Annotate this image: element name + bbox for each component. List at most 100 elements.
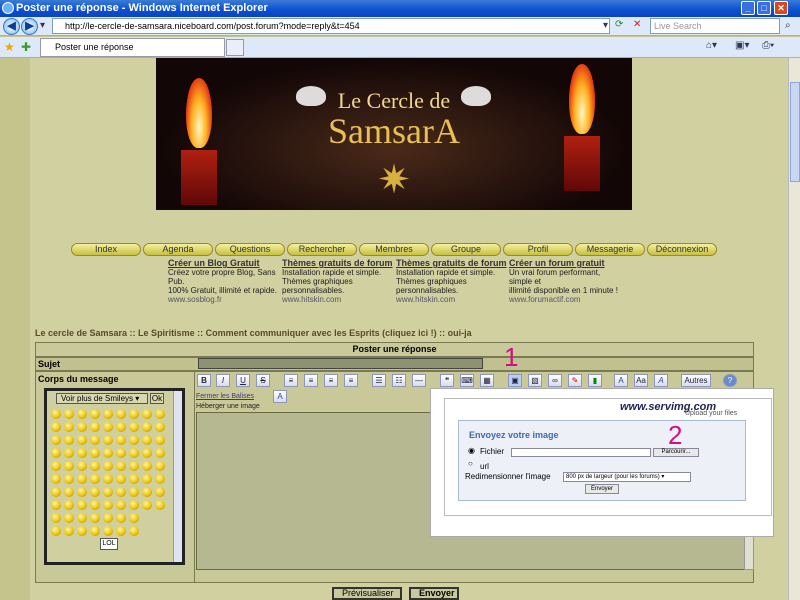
- smiley-icon[interactable]: [142, 422, 152, 432]
- smiley-icon[interactable]: [103, 500, 113, 510]
- radio-url[interactable]: ○: [468, 459, 473, 468]
- nav-index[interactable]: Index: [71, 243, 141, 256]
- smiley-select[interactable]: Voir plus de Smileys ▾: [56, 393, 148, 404]
- smiley-icon[interactable]: [142, 461, 152, 471]
- ad-block[interactable]: Créer un Blog Gratuit Créez votre propre…: [168, 258, 280, 304]
- smiley-icon[interactable]: [77, 487, 87, 497]
- ad-title[interactable]: Thèmes gratuits de forum: [282, 258, 394, 268]
- smiley-icon[interactable]: [129, 526, 139, 536]
- autres-button[interactable]: Autres: [681, 374, 711, 387]
- smiley-icon[interactable]: [155, 461, 165, 471]
- ad-url[interactable]: www.hitskin.com: [396, 295, 508, 304]
- smiley-icon[interactable]: [77, 500, 87, 510]
- host-image-icon[interactable]: ▣: [508, 374, 522, 387]
- nav-rechercher[interactable]: Rechercher: [287, 243, 357, 256]
- page-scrollbar[interactable]: [788, 58, 800, 600]
- smiley-icon[interactable]: [90, 435, 100, 445]
- smiley-icon[interactable]: [116, 461, 126, 471]
- help-icon[interactable]: ?: [723, 374, 737, 387]
- smiley-icon[interactable]: [142, 500, 152, 510]
- smiley-icon[interactable]: [77, 422, 87, 432]
- clear-format-icon[interactable]: A: [273, 390, 287, 403]
- ad-title[interactable]: Créer un Blog Gratuit: [168, 258, 280, 268]
- nav-groupe[interactable]: Groupe: [431, 243, 501, 256]
- font-icon[interactable]: A: [614, 374, 628, 387]
- smiley-icon[interactable]: [51, 435, 61, 445]
- smiley-icon[interactable]: [103, 422, 113, 432]
- smiley-icon[interactable]: [77, 409, 87, 419]
- align-center-icon[interactable]: ≡: [304, 374, 318, 387]
- ad-block[interactable]: Créer un forum gratuit Un vrai forum per…: [509, 258, 634, 304]
- smiley-icon[interactable]: [90, 448, 100, 458]
- smiley-icon[interactable]: [116, 500, 126, 510]
- smiley-icon[interactable]: [77, 448, 87, 458]
- ad-block[interactable]: Thèmes gratuits de forum Installation ra…: [282, 258, 394, 304]
- forward-icon[interactable]: ▶: [21, 18, 38, 35]
- stop-icon[interactable]: ✕: [633, 19, 641, 30]
- feeds-icon[interactable]: ▣▾: [735, 40, 749, 51]
- history-dropdown-icon[interactable]: ▾: [40, 20, 45, 31]
- smiley-icon[interactable]: [116, 409, 126, 419]
- italic-button[interactable]: I: [216, 374, 230, 387]
- table-icon[interactable]: ▦: [480, 374, 494, 387]
- minimize-button[interactable]: _: [741, 1, 755, 15]
- hr-icon[interactable]: ―: [412, 374, 426, 387]
- ad-url[interactable]: www.forumactif.com: [509, 295, 634, 304]
- smiley-scrollbar[interactable]: [173, 391, 182, 562]
- smiley-icon[interactable]: [64, 448, 74, 458]
- smiley-icon[interactable]: [64, 500, 74, 510]
- smiley-icon[interactable]: [129, 448, 139, 458]
- code-icon[interactable]: ⌨: [460, 374, 474, 387]
- smiley-icon[interactable]: [77, 461, 87, 471]
- url-dropdown-icon[interactable]: ▾: [603, 20, 608, 31]
- smiley-icon[interactable]: [129, 513, 139, 523]
- smiley-icon[interactable]: [116, 487, 126, 497]
- smiley-icon[interactable]: [155, 474, 165, 484]
- link-icon[interactable]: ∞: [548, 374, 562, 387]
- image-icon[interactable]: ▧: [528, 374, 542, 387]
- smiley-icon[interactable]: [90, 513, 100, 523]
- smiley-icon[interactable]: [103, 409, 113, 419]
- smiley-icon[interactable]: [51, 422, 61, 432]
- subject-input[interactable]: [198, 358, 483, 369]
- nav-membres[interactable]: Membres: [359, 243, 429, 256]
- quote-icon[interactable]: ❝: [440, 374, 454, 387]
- ad-block[interactable]: Thèmes gratuits de forum Installation ra…: [396, 258, 508, 304]
- smiley-icon[interactable]: [103, 487, 113, 497]
- smiley-icon[interactable]: [77, 435, 87, 445]
- numbered-list-icon[interactable]: ☷: [392, 374, 406, 387]
- smiley-icon[interactable]: [51, 461, 61, 471]
- smiley-icon[interactable]: [90, 500, 100, 510]
- smiley-icon[interactable]: [64, 513, 74, 523]
- close-button[interactable]: ✕: [774, 1, 788, 15]
- smiley-icon[interactable]: [155, 422, 165, 432]
- smiley-icon[interactable]: [129, 422, 139, 432]
- smiley-icon[interactable]: [64, 409, 74, 419]
- print-icon[interactable]: ⎙▾: [762, 40, 774, 51]
- smiley-icon[interactable]: [116, 448, 126, 458]
- ad-url[interactable]: www.hitskin.com: [282, 295, 394, 304]
- smiley-icon[interactable]: [155, 500, 165, 510]
- favorites-star-icon[interactable]: ★: [4, 40, 15, 54]
- smiley-icon[interactable]: [129, 500, 139, 510]
- tab-current[interactable]: Poster une réponse: [40, 38, 225, 57]
- smiley-icon[interactable]: [77, 526, 87, 536]
- smiley-icon[interactable]: [64, 474, 74, 484]
- ad-title[interactable]: Créer un forum gratuit: [509, 258, 634, 268]
- ad-url[interactable]: www.sosblog.fr: [168, 295, 280, 304]
- smiley-icon[interactable]: [129, 435, 139, 445]
- smiley-icon[interactable]: [90, 461, 100, 471]
- smiley-icon[interactable]: [116, 474, 126, 484]
- smiley-icon[interactable]: [51, 487, 61, 497]
- nav-messagerie[interactable]: Messagerie: [575, 243, 645, 256]
- smiley-icon[interactable]: [90, 422, 100, 432]
- smiley-icon[interactable]: [90, 526, 100, 536]
- nav-questions[interactable]: Questions: [215, 243, 285, 256]
- ad-title[interactable]: Thèmes gratuits de forum: [396, 258, 508, 268]
- smiley-icon[interactable]: [51, 526, 61, 536]
- smiley-icon[interactable]: [64, 461, 74, 471]
- scroll-thumb[interactable]: [790, 82, 800, 182]
- justify-icon[interactable]: ≡: [344, 374, 358, 387]
- smiley-icon[interactable]: [155, 448, 165, 458]
- smiley-icon[interactable]: [155, 435, 165, 445]
